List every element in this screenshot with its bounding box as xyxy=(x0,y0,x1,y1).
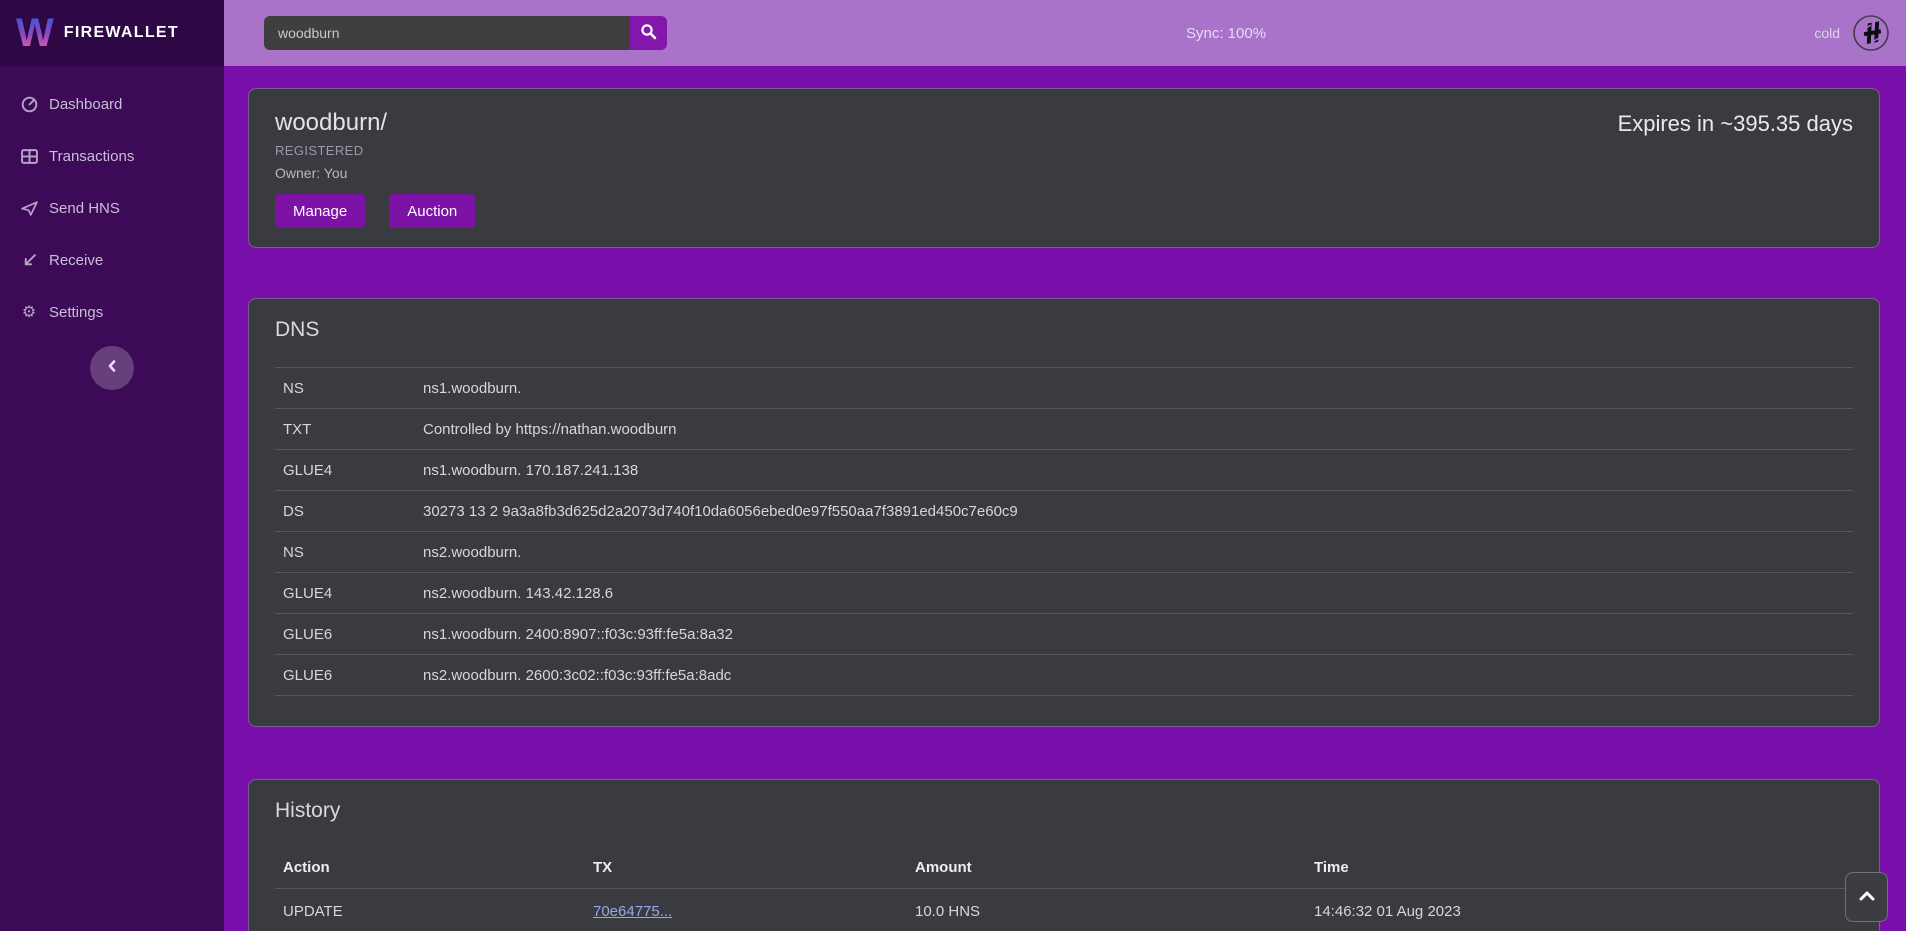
dns-record-value: 30273 13 2 9a3a8fb3d625d2a2073d740f10da6… xyxy=(415,491,1853,532)
sidebar-nav: Dashboard Transactions Send HNS Receive … xyxy=(0,66,224,338)
dns-card: DNS NS ns1.woodburn. TXT Controlled by h… xyxy=(248,298,1880,727)
history-card: History Action TX Amount Time UPDATE 70e… xyxy=(248,779,1880,931)
dns-record-row: DS 30273 13 2 9a3a8fb3d625d2a2073d740f10… xyxy=(275,491,1853,532)
dns-record-type: TXT xyxy=(275,409,415,450)
dns-record-value: ns2.woodburn. 2600:3c02::f03c:93ff:fe5a:… xyxy=(415,655,1853,696)
dns-record-value: ns1.woodburn. xyxy=(415,368,1853,409)
sidebar: W FIREWALLET Dashboard Transactions Send… xyxy=(0,0,224,931)
firewallet-logo-icon: W xyxy=(16,13,54,53)
scroll-to-top-button[interactable] xyxy=(1845,872,1888,922)
sidebar-item-label: Settings xyxy=(49,304,103,321)
history-col-action: Action xyxy=(275,848,585,888)
gauge-icon xyxy=(20,95,38,113)
main-content: woodburn/ REGISTERED Owner: You Manage A… xyxy=(224,66,1906,931)
history-amount: 10.0 HNS xyxy=(907,888,1306,931)
table-icon xyxy=(20,147,38,165)
search-bar xyxy=(264,16,667,50)
dns-record-value: ns1.woodburn. 2400:8907::f03c:93ff:fe5a:… xyxy=(415,614,1853,655)
sidebar-header: W FIREWALLET xyxy=(0,0,224,66)
domain-expiry: Expires in ~395.35 days xyxy=(1618,111,1853,137)
history-col-amount: Amount xyxy=(907,848,1306,888)
history-col-tx: TX xyxy=(585,848,907,888)
history-time: 14:46:32 01 Aug 2023 xyxy=(1306,888,1853,931)
chevron-up-icon xyxy=(1859,888,1875,906)
dns-record-row: GLUE4 ns1.woodburn. 170.187.241.138 xyxy=(275,450,1853,491)
auction-button[interactable]: Auction xyxy=(389,194,475,228)
dns-title: DNS xyxy=(275,315,1853,345)
dns-table: NS ns1.woodburn. TXT Controlled by https… xyxy=(275,367,1853,696)
sidebar-item-transactions[interactable]: Transactions xyxy=(0,130,224,182)
sidebar-item-dashboard[interactable]: Dashboard xyxy=(0,78,224,130)
history-row: UPDATE 70e64775... 10.0 HNS 14:46:32 01 … xyxy=(275,888,1853,931)
sidebar-item-label: Dashboard xyxy=(49,96,122,113)
search-icon xyxy=(640,23,657,43)
dns-record-row: NS ns1.woodburn. xyxy=(275,368,1853,409)
sidebar-item-receive[interactable]: Receive xyxy=(0,234,224,286)
history-header-row: Action TX Amount Time xyxy=(275,848,1853,888)
brand-title: FIREWALLET xyxy=(64,24,179,42)
tx-link[interactable]: 70e64775... xyxy=(593,903,672,920)
domain-actions: Manage Auction xyxy=(275,194,1853,228)
paper-plane-icon xyxy=(20,199,38,217)
dns-record-row: NS ns2.woodburn. xyxy=(275,532,1853,573)
dns-record-type: GLUE6 xyxy=(275,614,415,655)
dns-record-value: ns2.woodburn. 143.42.128.6 xyxy=(415,573,1853,614)
dns-record-type: GLUE6 xyxy=(275,655,415,696)
dns-record-type: DS xyxy=(275,491,415,532)
dns-record-type: NS xyxy=(275,532,415,573)
history-col-time: Time xyxy=(1306,848,1853,888)
dns-record-type: NS xyxy=(275,368,415,409)
handshake-logo-icon[interactable] xyxy=(1852,14,1890,52)
dns-record-value: ns1.woodburn. 170.187.241.138 xyxy=(415,450,1853,491)
domain-card: woodburn/ REGISTERED Owner: You Manage A… xyxy=(248,88,1880,248)
wallet-indicator: cold xyxy=(1814,0,1890,66)
sidebar-item-label: Receive xyxy=(49,252,103,269)
search-button[interactable] xyxy=(630,16,667,50)
wallet-name: cold xyxy=(1814,25,1840,41)
sidebar-collapse-button[interactable] xyxy=(90,346,134,390)
dns-record-type: GLUE4 xyxy=(275,450,415,491)
dns-record-value: ns2.woodburn. xyxy=(415,532,1853,573)
chevron-left-icon xyxy=(106,359,118,378)
dns-record-row: GLUE6 ns1.woodburn. 2400:8907::f03c:93ff… xyxy=(275,614,1853,655)
search-input[interactable] xyxy=(264,16,630,50)
history-title: History xyxy=(275,796,1853,826)
sidebar-item-label: Transactions xyxy=(49,148,134,165)
dns-record-value: Controlled by https://nathan.woodburn xyxy=(415,409,1853,450)
dns-record-row: GLUE6 ns2.woodburn. 2600:3c02::f03c:93ff… xyxy=(275,655,1853,696)
topbar: Sync: 100% cold xyxy=(224,0,1906,66)
sidebar-item-settings[interactable]: ⚙ Settings xyxy=(0,286,224,338)
domain-name: woodburn/ xyxy=(275,109,1853,137)
arrow-down-left-icon xyxy=(20,251,38,269)
sync-status: Sync: 100% xyxy=(1186,0,1266,66)
dns-record-row: GLUE4 ns2.woodburn. 143.42.128.6 xyxy=(275,573,1853,614)
dns-record-row: TXT Controlled by https://nathan.woodbur… xyxy=(275,409,1853,450)
manage-button[interactable]: Manage xyxy=(275,194,365,228)
sidebar-item-send-hns[interactable]: Send HNS xyxy=(0,182,224,234)
history-table: Action TX Amount Time UPDATE 70e64775...… xyxy=(275,848,1853,931)
history-action: UPDATE xyxy=(275,888,585,931)
gear-icon: ⚙ xyxy=(20,303,38,321)
dns-record-type: GLUE4 xyxy=(275,573,415,614)
sidebar-item-label: Send HNS xyxy=(49,200,120,217)
domain-status: REGISTERED xyxy=(275,143,1853,158)
domain-owner: Owner: You xyxy=(275,165,1853,181)
